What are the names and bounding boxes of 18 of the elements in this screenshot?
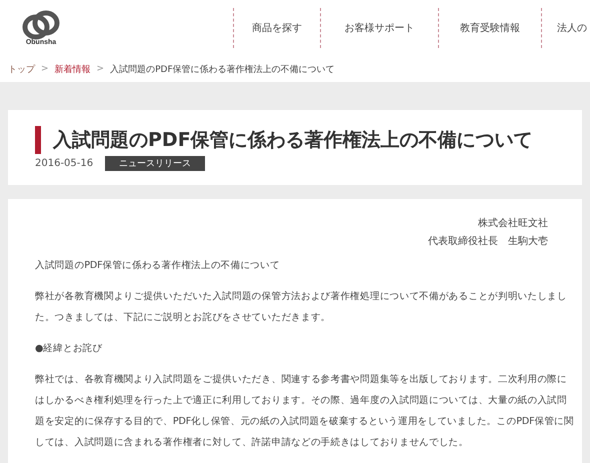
body-paragraph: 弊社が各教育機関よりご提供いただいた入試問題の保管方法および著作権処理について不備があることが判明いたしました。つきましては、下記にご説明とお詫びをさせていただきます。 [35, 290, 568, 325]
breadcrumb-link[interactable]: トップ [8, 62, 35, 76]
nav-link[interactable]: お客様サポート [320, 8, 438, 48]
body-paragraph: ●経緯とお詫び [35, 342, 104, 356]
body-paragraph: 弊社では、各教育機関より入試問題をご提供いただき、関連する参考書や問題集等を出版しております。二次利用の際にはしかるべき権利処理を行った上で適正に利用しております。その際、過年度の入試問題については、大量の紙の入試問題を安定的に保存する目的で、PDF化し保管、元の紙の入試問題を破棄するという運用をしていました。このPDF保管に関しては、入試問題に含まれる著作権者に対して、許諾申請などの手続きはしておりませんでした。 [35, 372, 575, 450]
body-paragraph: 入試問題のPDF保管に係わる著作権法上の不備について [35, 259, 281, 273]
breadcrumb-separator: > [96, 64, 104, 74]
breadcrumb-current: 入試問題のPDF保管に係わる著作権法上の不備について [110, 64, 335, 76]
breadcrumb-link[interactable]: 新着情報 [54, 62, 91, 76]
signature-line: 株式会社旺文社 [477, 216, 548, 231]
article-date: 2016-05-16 [35, 158, 94, 169]
logo-icon[interactable] [21, 10, 61, 40]
nav-link[interactable]: 教育受験情報 [438, 8, 541, 48]
nav-link[interactable]: 法人の [541, 8, 590, 48]
category-tag: ニュースリリース [105, 156, 206, 171]
breadcrumb-separator: > [41, 64, 49, 74]
nav-link[interactable]: 商品を探す [233, 8, 320, 48]
signature-line: 代表取締役社長 生駒大壱 [427, 234, 548, 249]
